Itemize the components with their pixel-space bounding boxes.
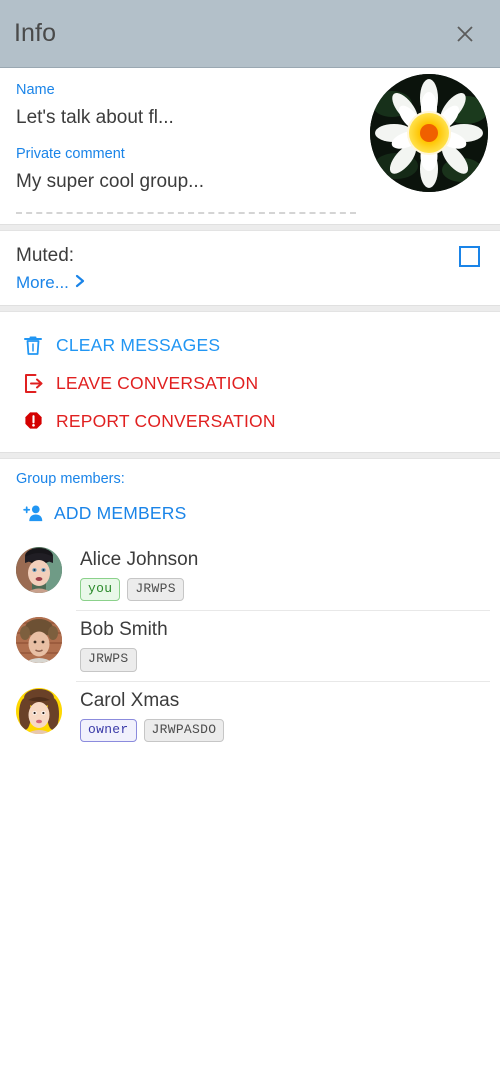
badge-you: you xyxy=(80,578,121,602)
clear-messages-button[interactable]: CLEAR MESSAGES xyxy=(0,326,500,364)
person-add-icon xyxy=(22,502,44,524)
muted-label: Muted: xyxy=(16,245,75,266)
section-separator xyxy=(0,305,500,312)
member-badges: you JRWPS xyxy=(80,578,198,602)
section-separator xyxy=(0,452,500,459)
actions-section: CLEAR MESSAGES LEAVE CONVERSATION REPORT… xyxy=(0,312,500,452)
member-list: Alice Johnson you JRWPS Bob Smith JRWPS … xyxy=(0,540,500,751)
chevron-right-icon xyxy=(75,274,85,293)
group-members-section: Group members: ADD MEMBERS Alice Johnson… xyxy=(0,459,500,751)
badge-permissions: JRWPS xyxy=(80,648,137,672)
report-icon xyxy=(22,410,44,432)
muted-checkbox[interactable] xyxy=(459,245,480,267)
leave-conversation-button[interactable]: LEAVE CONVERSATION xyxy=(0,364,500,402)
add-members-button[interactable]: ADD MEMBERS xyxy=(0,498,203,528)
member-name: Alice Johnson xyxy=(80,549,199,570)
member-info: Bob Smith JRWPS xyxy=(80,617,168,672)
member-info: Alice Johnson you JRWPS xyxy=(80,547,199,602)
comment-underline xyxy=(16,212,356,214)
exit-icon xyxy=(22,372,44,394)
more-label: More... xyxy=(16,273,69,292)
add-members-label: ADD MEMBERS xyxy=(54,502,187,523)
badge-permissions: JRWPASDO xyxy=(143,718,225,742)
badge-permissions: JRWPS xyxy=(127,578,184,602)
close-icon xyxy=(455,24,475,44)
report-conversation-label: REPORT CONVERSATION xyxy=(56,410,276,431)
report-conversation-button[interactable]: REPORT CONVERSATION xyxy=(0,402,500,440)
member-badges: JRWPS xyxy=(80,648,168,672)
trash-icon xyxy=(22,334,44,356)
group-avatar[interactable] xyxy=(370,74,488,192)
avatar xyxy=(16,617,62,664)
section-separator xyxy=(0,224,500,231)
close-button[interactable] xyxy=(448,17,482,51)
group-avatar-lotus-image xyxy=(370,74,488,192)
member-info: Carol Xmas owner JRWPASDO xyxy=(80,688,225,742)
badge-owner: owner xyxy=(80,718,137,742)
group-info-section: Name Let's talk about fl... Private comm… xyxy=(0,68,500,224)
member-row[interactable]: Alice Johnson you JRWPS xyxy=(0,540,500,610)
member-name: Bob Smith xyxy=(80,619,168,641)
avatar xyxy=(16,547,62,593)
clear-messages-label: CLEAR MESSAGES xyxy=(56,334,221,355)
avatar xyxy=(16,687,62,734)
muted-row: Muted: xyxy=(16,245,484,267)
member-row[interactable]: Carol Xmas owner JRWPASDO xyxy=(0,680,500,751)
leave-conversation-label: LEAVE CONVERSATION xyxy=(56,372,259,393)
more-link[interactable]: More... xyxy=(16,273,85,293)
member-name: Carol Xmas xyxy=(80,689,180,711)
member-row[interactable]: Bob Smith JRWPS xyxy=(0,610,500,680)
page-title: Info xyxy=(14,19,57,47)
titlebar: Info xyxy=(0,0,500,68)
muted-section: Muted: More... xyxy=(0,231,500,305)
group-members-title: Group members: xyxy=(16,471,125,487)
info-panel: Info Name Let's talk about fl... Private… xyxy=(0,0,500,1083)
member-badges: owner JRWPASDO xyxy=(80,718,225,742)
